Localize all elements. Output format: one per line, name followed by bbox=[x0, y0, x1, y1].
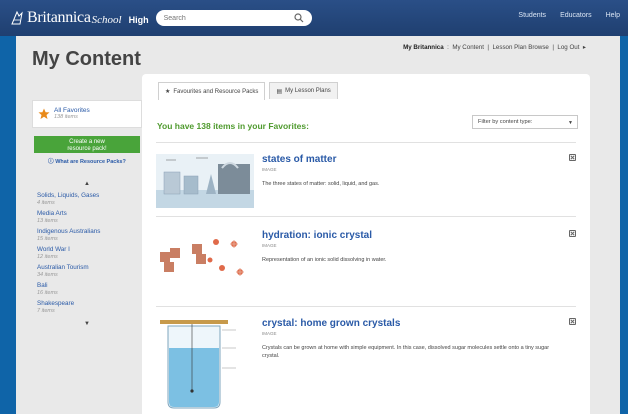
list-item[interactable]: Bali 16 items bbox=[37, 281, 142, 299]
brand-name: Britannica bbox=[27, 9, 91, 26]
search-icon[interactable] bbox=[294, 13, 304, 23]
search-input[interactable] bbox=[163, 14, 284, 22]
list-icon: ▤ bbox=[276, 88, 283, 95]
divider bbox=[156, 306, 576, 307]
item-description: The three states of matter: solid, liqui… bbox=[262, 181, 380, 187]
my-britannica-label: My Britannica bbox=[403, 44, 444, 51]
britannica-logo[interactable]: Britannica School bbox=[10, 9, 122, 27]
nav-help[interactable]: Help bbox=[606, 12, 620, 19]
divider bbox=[156, 142, 576, 143]
caret-right-icon: ▸ bbox=[581, 44, 586, 51]
all-favorites-label: All Favorites bbox=[54, 107, 90, 114]
subnav-my-content[interactable]: My Content bbox=[452, 44, 484, 51]
item-type: IMAGE bbox=[262, 243, 277, 248]
create-resource-pack-button[interactable]: Create a new resource pack! bbox=[34, 136, 140, 153]
item-title-link[interactable]: states of matter bbox=[262, 154, 336, 165]
nav-educators[interactable]: Educators bbox=[560, 12, 592, 19]
list-item[interactable]: Solids, Liquids, Gases 4 items bbox=[37, 191, 142, 209]
tab-favourites[interactable]: ★ Favourites and Resource Packs bbox=[158, 82, 266, 100]
item-description: Crystals can be grown at home with simpl… bbox=[262, 345, 550, 359]
favorites-count-text: You have 138 items in your Favorites: bbox=[157, 121, 309, 131]
list-item[interactable]: Media Arts 13 items bbox=[37, 209, 142, 227]
remove-icon[interactable] bbox=[569, 154, 576, 161]
home-grown-crystals-thumbnail[interactable] bbox=[156, 318, 254, 410]
scroll-down-arrow-icon[interactable]: ▼ bbox=[32, 321, 142, 327]
list-item[interactable]: Shakespeare 7 items bbox=[37, 299, 142, 317]
main-panel: ★ Favourites and Resource Packs ▤ My Les… bbox=[142, 74, 590, 414]
ionic-crystal-thumbnail[interactable] bbox=[156, 230, 254, 284]
content-type-filter[interactable]: Filter by content type: ▼ bbox=[472, 115, 578, 129]
resource-pack-list: Solids, Liquids, Gases 4 items Media Art… bbox=[32, 191, 142, 317]
page-title: My Content bbox=[32, 48, 141, 70]
item-title-link[interactable]: crystal: home grown crystals bbox=[262, 318, 400, 329]
search-box[interactable] bbox=[155, 10, 312, 26]
thistle-logo-icon bbox=[11, 10, 23, 25]
remove-icon[interactable] bbox=[569, 230, 576, 237]
item-type: IMAGE bbox=[262, 331, 277, 336]
scroll-up-arrow-icon[interactable]: ▲ bbox=[32, 181, 142, 187]
sidebar: All Favorites 138 items Create a new res… bbox=[32, 100, 142, 327]
states-of-matter-thumbnail[interactable] bbox=[156, 154, 254, 208]
list-item[interactable]: World War I 12 items bbox=[37, 245, 142, 263]
divider bbox=[156, 216, 576, 217]
level-label[interactable]: High bbox=[129, 15, 149, 25]
top-nav-links: Students Educators Help bbox=[518, 12, 620, 19]
star-icon: ★ bbox=[165, 89, 171, 95]
user-subnav: My Britannica : My Content | Lesson Plan… bbox=[403, 44, 586, 51]
tab-lesson-plans[interactable]: ▤ My Lesson Plans bbox=[269, 82, 338, 99]
all-favorites-count: 138 items bbox=[54, 114, 78, 120]
content-tabs: ★ Favourites and Resource Packs ▤ My Les… bbox=[158, 82, 342, 100]
item-title-link[interactable]: hydration: ionic crystal bbox=[262, 230, 372, 241]
subnav-lesson-plan-browse[interactable]: Lesson Plan Browse bbox=[492, 44, 548, 51]
star-icon bbox=[38, 108, 50, 119]
chevron-down-icon: ▼ bbox=[568, 120, 573, 126]
nav-students[interactable]: Students bbox=[518, 12, 546, 19]
list-item[interactable]: Australian Tourism 34 items bbox=[37, 263, 142, 281]
subnav-log-out[interactable]: Log Out bbox=[557, 44, 579, 51]
list-item[interactable]: Indigenous Australians 15 items bbox=[37, 227, 142, 245]
brand-school: School bbox=[91, 13, 122, 26]
item-type: IMAGE bbox=[262, 167, 277, 172]
item-description: Representation of an ionic solid dissolv… bbox=[262, 257, 387, 263]
top-nav-bar: Britannica School High Students Educator… bbox=[0, 0, 628, 36]
remove-icon[interactable] bbox=[569, 318, 576, 325]
what-are-resource-packs-link[interactable]: ⓘ What are Resource Packs? bbox=[32, 157, 142, 165]
all-favorites-item[interactable]: All Favorites 138 items bbox=[32, 100, 142, 128]
